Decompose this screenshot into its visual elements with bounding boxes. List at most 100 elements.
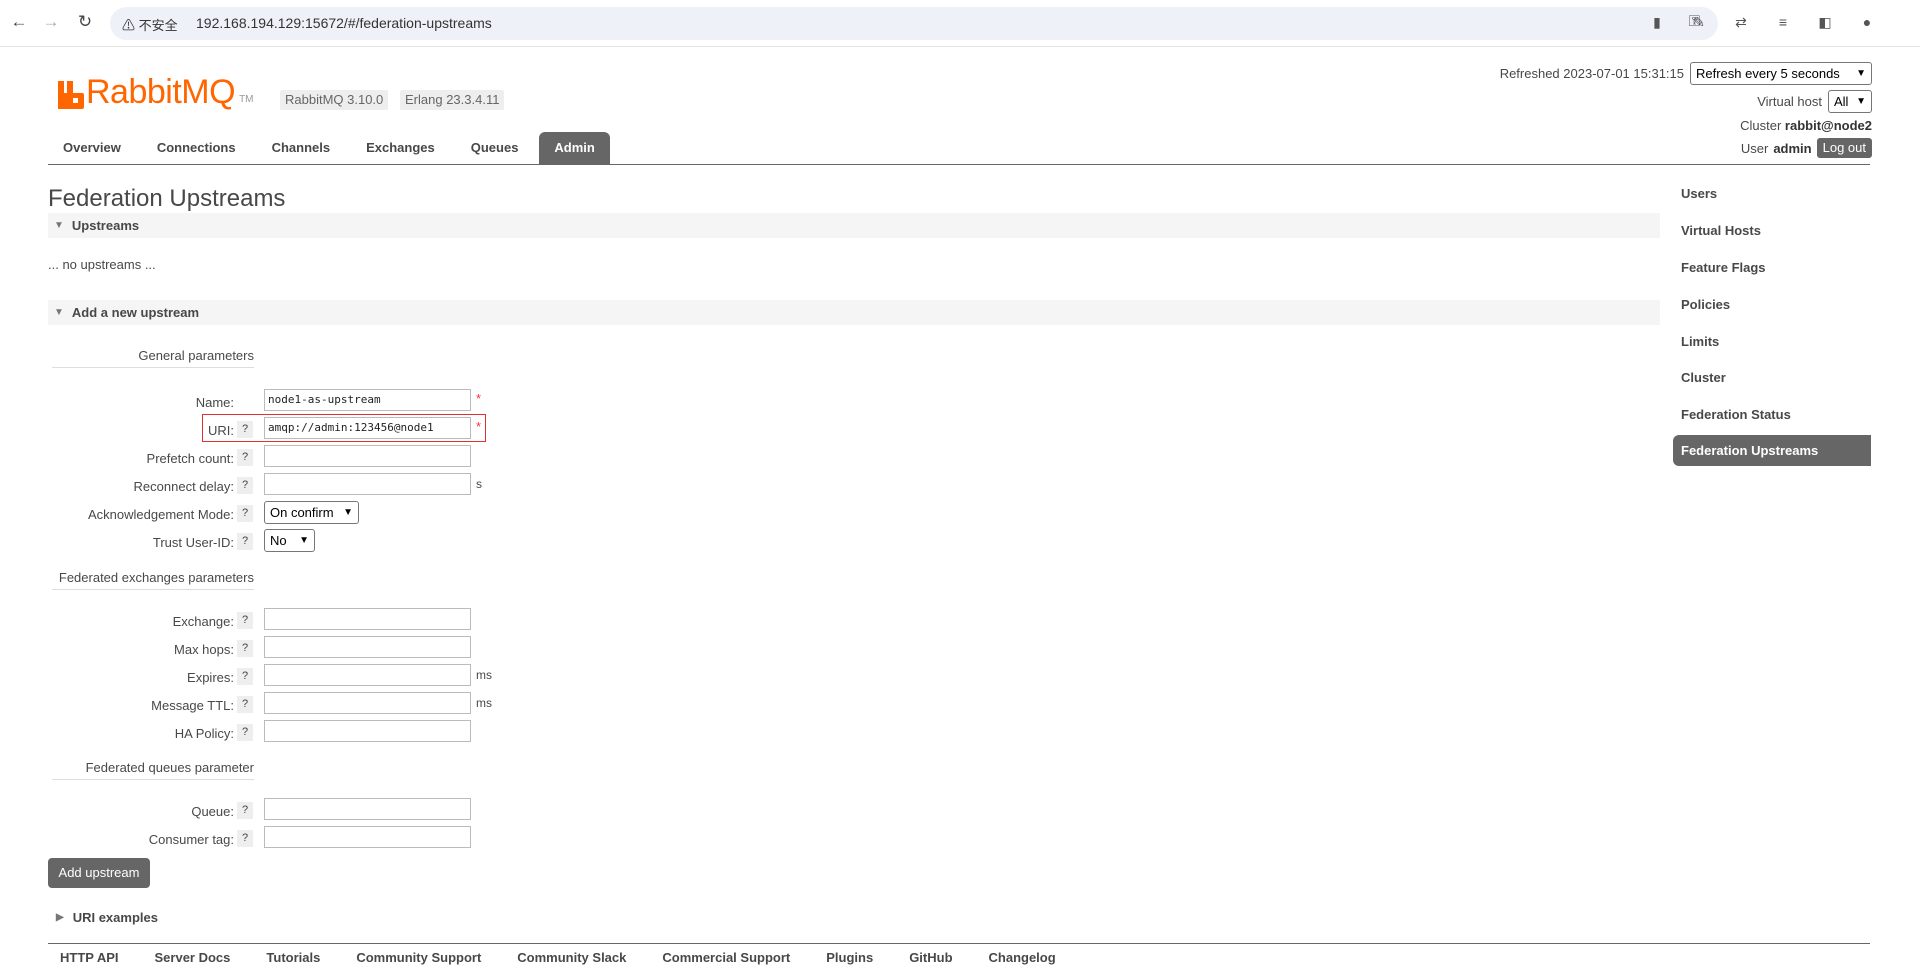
- triangle-right-icon: ▶: [56, 912, 64, 923]
- add-upstream-section-toggle[interactable]: ▼ Add a new upstream: [48, 300, 1660, 325]
- reconnect-help-icon[interactable]: ?: [237, 477, 253, 494]
- ack-mode-help-icon[interactable]: ?: [237, 505, 253, 522]
- footer-link-community-support[interactable]: Community Support: [344, 950, 481, 965]
- exchange-label: Exchange:: [172, 614, 234, 629]
- logo-text: RabbitMQ: [86, 73, 236, 111]
- sidebar-item-policies[interactable]: Policies: [1673, 289, 1871, 320]
- queue-field[interactable]: [264, 798, 471, 820]
- footer-link-server-docs[interactable]: Server Docs: [143, 950, 231, 965]
- logout-button[interactable]: Log out: [1816, 138, 1872, 158]
- expires-field[interactable]: [264, 664, 471, 686]
- unit-seconds: s: [476, 477, 482, 491]
- forward-icon[interactable]: →: [40, 11, 62, 33]
- footer-links: HTTP API Server Docs Tutorials Community…: [48, 950, 1056, 965]
- ack-mode-value: On confirm: [270, 505, 334, 520]
- reader-icon[interactable]: ▮: [1648, 13, 1666, 31]
- prefetch-help-icon[interactable]: ?: [237, 449, 253, 466]
- consumer-tag-field[interactable]: [264, 826, 471, 848]
- reconnect-delay-label: Reconnect delay:: [133, 479, 234, 494]
- name-field[interactable]: node1-as-upstream: [264, 389, 471, 411]
- uri-field[interactable]: amqp://admin:123456@node1: [264, 417, 471, 439]
- max-hops-label: Max hops:: [174, 642, 234, 657]
- expires-label: Expires:: [187, 670, 234, 685]
- uri-examples-toggle[interactable]: ▶ URI examples: [56, 910, 158, 925]
- reload-icon[interactable]: ↻: [74, 11, 96, 33]
- unit-ms: ms: [476, 668, 492, 682]
- exchange-field[interactable]: [264, 608, 471, 630]
- max-hops-field[interactable]: [264, 636, 471, 658]
- not-secure-label[interactable]: ⚠ 不安全: [122, 15, 178, 34]
- footer-link-commercial-support[interactable]: Commercial Support: [650, 950, 790, 965]
- triangle-down-icon: ▼: [54, 307, 64, 318]
- expires-help-icon[interactable]: ?: [237, 668, 253, 685]
- name-label: Name:: [195, 395, 234, 410]
- footer-link-tutorials[interactable]: Tutorials: [254, 950, 320, 965]
- tab-channels[interactable]: Channels: [257, 132, 346, 164]
- uri-label: URI:: [208, 423, 234, 438]
- version-badge: RabbitMQ 3.10.0: [280, 90, 389, 110]
- trust-user-id-help-icon[interactable]: ?: [237, 533, 253, 550]
- general-parameters-heading: General parameters: [52, 348, 254, 368]
- sidebar-item-virtual-hosts[interactable]: Virtual Hosts: [1673, 215, 1871, 246]
- virtual-host-row: Virtual host All ▼: [1757, 90, 1872, 113]
- sidebar-item-limits[interactable]: Limits: [1673, 326, 1871, 357]
- profile-icon[interactable]: ●: [1858, 13, 1876, 31]
- tab-exchanges[interactable]: Exchanges: [351, 132, 450, 164]
- chevron-down-icon: ▼: [1856, 96, 1866, 107]
- chevron-down-icon: ▼: [299, 535, 309, 546]
- footer-link-plugins[interactable]: Plugins: [814, 950, 873, 965]
- page-title: Federation Upstreams: [48, 185, 286, 212]
- tab-admin[interactable]: Admin: [539, 132, 610, 164]
- upstreams-section-toggle[interactable]: ▼ Upstreams: [48, 213, 1660, 238]
- ha-policy-help-icon[interactable]: ?: [237, 724, 253, 741]
- playlist-icon[interactable]: ≡: [1774, 13, 1792, 31]
- tab-overview[interactable]: Overview: [48, 132, 136, 164]
- address-bar[interactable]: ⚠ 不安全 192.168.194.129:15672/#/federation…: [110, 7, 1718, 40]
- sync-icon[interactable]: ⇄: [1732, 13, 1750, 31]
- required-mark: *: [476, 391, 482, 406]
- add-upstream-button[interactable]: Add upstream: [48, 858, 150, 888]
- uri-help-icon[interactable]: ?: [237, 421, 253, 438]
- bookmark-icon[interactable]: ◧: [1816, 13, 1834, 31]
- virtual-host-value: All: [1834, 94, 1849, 109]
- tab-queues[interactable]: Queues: [456, 132, 534, 164]
- sidebar-item-feature-flags[interactable]: Feature Flags: [1673, 252, 1871, 283]
- rabbit-icon: [58, 81, 84, 109]
- reconnect-delay-field[interactable]: [264, 473, 471, 495]
- ha-policy-label: HA Policy:: [174, 726, 234, 741]
- prefetch-count-field[interactable]: [264, 445, 471, 467]
- consumer-tag-label: Consumer tag:: [148, 832, 234, 847]
- federated-queues-heading: Federated queues parameter: [52, 760, 254, 780]
- back-icon[interactable]: ←: [8, 11, 30, 33]
- sidebar-item-federation-status[interactable]: Federation Status: [1673, 399, 1871, 430]
- virtual-host-select[interactable]: All ▼: [1828, 90, 1872, 113]
- cluster-label: Cluster: [1740, 118, 1782, 133]
- consumer-tag-help-icon[interactable]: ?: [237, 830, 253, 847]
- message-ttl-help-icon[interactable]: ?: [237, 696, 253, 713]
- max-hops-help-icon[interactable]: ?: [237, 640, 253, 657]
- footer-link-github[interactable]: GitHub: [897, 950, 952, 965]
- message-ttl-field[interactable]: [264, 692, 471, 714]
- sidebar-item-users[interactable]: Users: [1673, 178, 1871, 209]
- trust-user-id-select[interactable]: No ▼: [264, 529, 315, 552]
- queue-help-icon[interactable]: ?: [237, 802, 253, 819]
- refreshed-timestamp: Refreshed 2023-07-01 15:31:15: [1499, 66, 1684, 81]
- ha-policy-field[interactable]: [264, 720, 471, 742]
- footer-link-changelog[interactable]: Changelog: [977, 950, 1056, 965]
- tab-connections[interactable]: Connections: [142, 132, 251, 164]
- queue-label: Queue:: [191, 804, 234, 819]
- footer-divider: [48, 943, 1870, 944]
- footer-link-community-slack[interactable]: Community Slack: [505, 950, 626, 965]
- cluster-name: rabbit@node2: [1784, 118, 1872, 133]
- footer-link-http-api[interactable]: HTTP API: [48, 950, 119, 965]
- sidebar-item-federation-upstreams[interactable]: Federation Upstreams: [1673, 435, 1871, 466]
- extension-icon[interactable]: ✎: [1690, 13, 1708, 31]
- exchange-help-icon[interactable]: ?: [237, 612, 253, 629]
- erlang-badge: Erlang 23.3.4.11: [400, 90, 505, 110]
- refresh-interval-select[interactable]: Refresh every 5 seconds ▼: [1690, 62, 1872, 85]
- virtual-host-label: Virtual host: [1757, 94, 1822, 109]
- url-text[interactable]: 192.168.194.129:15672/#/federation-upstr…: [196, 15, 492, 31]
- ack-mode-select[interactable]: On confirm ▼: [264, 501, 359, 524]
- user-label: User: [1740, 140, 1769, 156]
- sidebar-item-cluster[interactable]: Cluster: [1673, 362, 1871, 393]
